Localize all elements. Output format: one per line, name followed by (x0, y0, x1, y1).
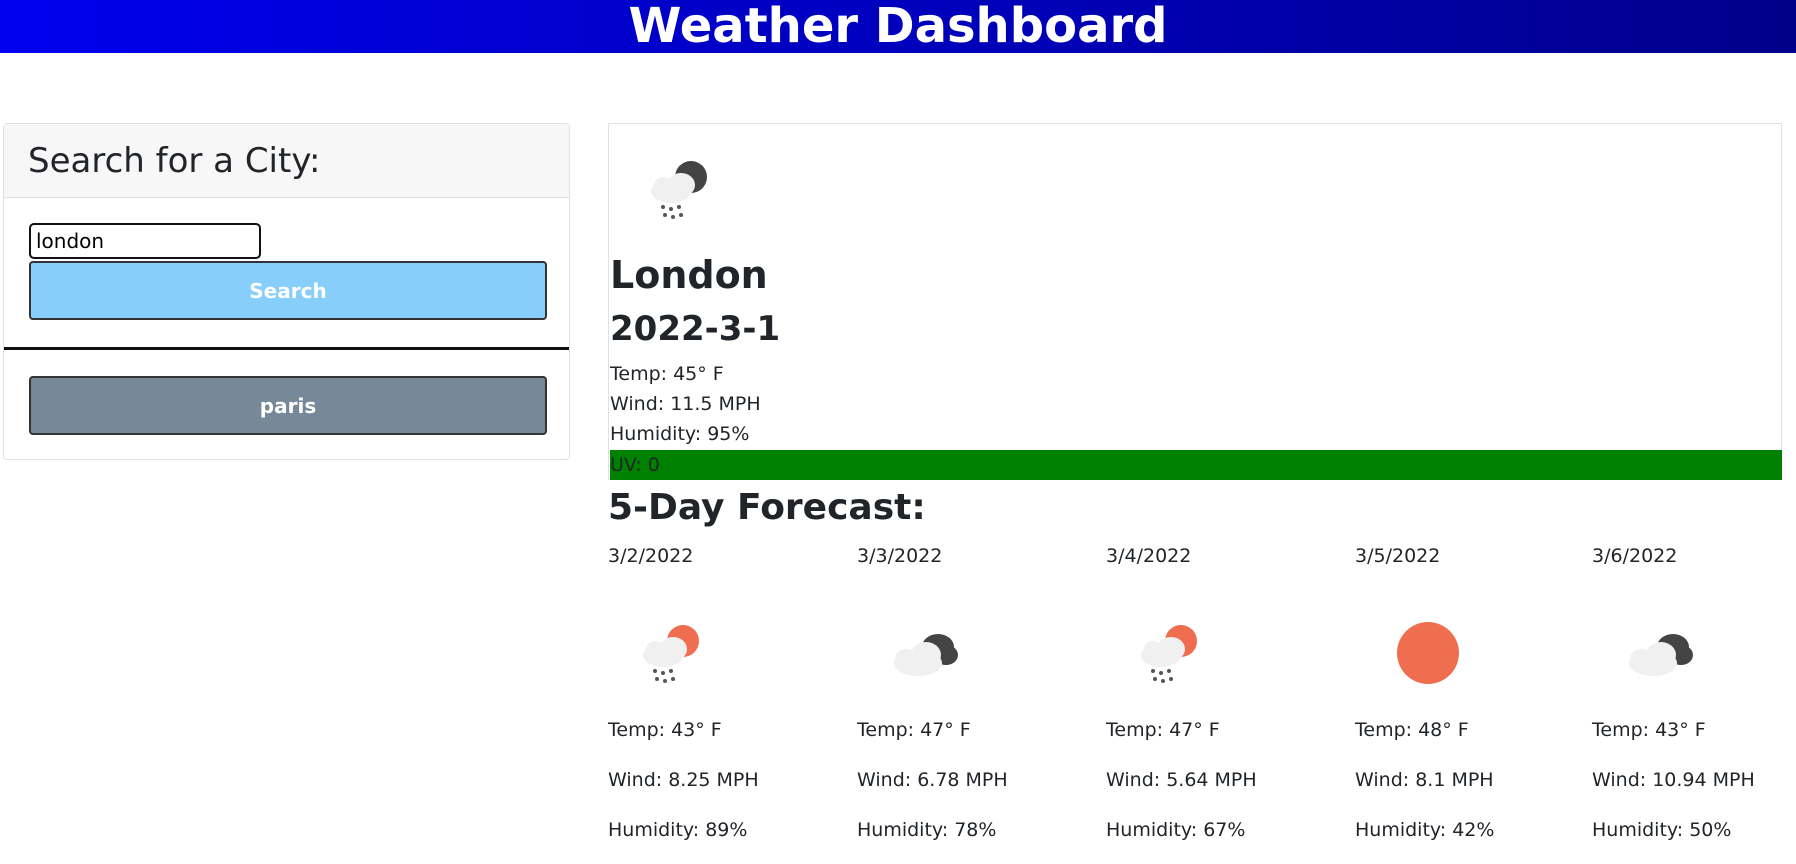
forecast-day: 3/5/2022 Temp: 48° F Wind: 8.1 MPH Humid… (1355, 540, 1575, 860)
forecast-day: 3/4/2022 Temp: 47° F Wind: 5.64 MPH Humi… (1106, 540, 1326, 860)
forecast-temp: Temp: 43° F (608, 719, 722, 741)
forecast-date: 3/6/2022 (1592, 545, 1678, 567)
sun-icon (1397, 622, 1459, 684)
current-weather-card: London 2022-3-1 Temp: 45° F Wind: 11.5 M… (608, 123, 1782, 480)
page-header: Weather Dashboard (0, 0, 1796, 53)
rain-night-icon (651, 161, 707, 219)
city-search-input[interactable] (29, 223, 261, 259)
current-wind: Wind: 11.5 MPH (610, 393, 761, 415)
forecast-humidity: Humidity: 89% (608, 819, 748, 841)
history-button-paris[interactable]: paris (29, 376, 547, 435)
current-city-name: London (610, 253, 768, 297)
page-title: Weather Dashboard (628, 0, 1168, 54)
forecast-date: 3/3/2022 (857, 545, 943, 567)
history-divider (4, 347, 569, 350)
forecast-day: 3/3/2022 Temp: 47° F Wind: 6.78 MPH Humi… (857, 540, 1077, 860)
forecast-humidity: Humidity: 78% (857, 819, 997, 841)
forecast-wind: Wind: 10.94 MPH (1592, 769, 1755, 791)
forecast-temp: Temp: 47° F (857, 719, 971, 741)
search-panel: Search for a City: Search paris (3, 123, 570, 460)
cloudy-icon (894, 634, 958, 676)
forecast-date: 3/4/2022 (1106, 545, 1192, 567)
forecast-temp: Temp: 48° F (1355, 719, 1469, 741)
forecast-temp: Temp: 43° F (1592, 719, 1706, 741)
current-temp: Temp: 45° F (610, 363, 724, 385)
forecast-day: 3/2/2022 Temp: 43° F Wind: 8.25 MPH Humi… (608, 540, 828, 860)
rain-sun-icon (643, 625, 699, 683)
search-panel-title: Search for a City: (4, 124, 569, 198)
forecast-date: 3/2/2022 (608, 545, 694, 567)
forecast-day: 3/6/2022 Temp: 43° F Wind: 10.94 MPH Hum… (1592, 540, 1792, 860)
forecast-wind: Wind: 5.64 MPH (1106, 769, 1257, 791)
forecast-humidity: Humidity: 50% (1592, 819, 1732, 841)
cloudy-icon (1629, 634, 1693, 676)
current-date: 2022-3-1 (610, 309, 781, 349)
current-humidity: Humidity: 95% (610, 423, 750, 445)
forecast-title: 5-Day Forecast: (608, 487, 926, 528)
search-button[interactable]: Search (29, 261, 547, 320)
forecast-wind: Wind: 8.25 MPH (608, 769, 759, 791)
rain-sun-icon (1141, 625, 1197, 683)
forecast-wind: Wind: 6.78 MPH (857, 769, 1008, 791)
forecast-temp: Temp: 47° F (1106, 719, 1220, 741)
forecast-humidity: Humidity: 67% (1106, 819, 1246, 841)
uv-index-badge: UV: 0 (610, 450, 1782, 480)
forecast-humidity: Humidity: 42% (1355, 819, 1495, 841)
forecast-date: 3/5/2022 (1355, 545, 1441, 567)
forecast-wind: Wind: 8.1 MPH (1355, 769, 1494, 791)
